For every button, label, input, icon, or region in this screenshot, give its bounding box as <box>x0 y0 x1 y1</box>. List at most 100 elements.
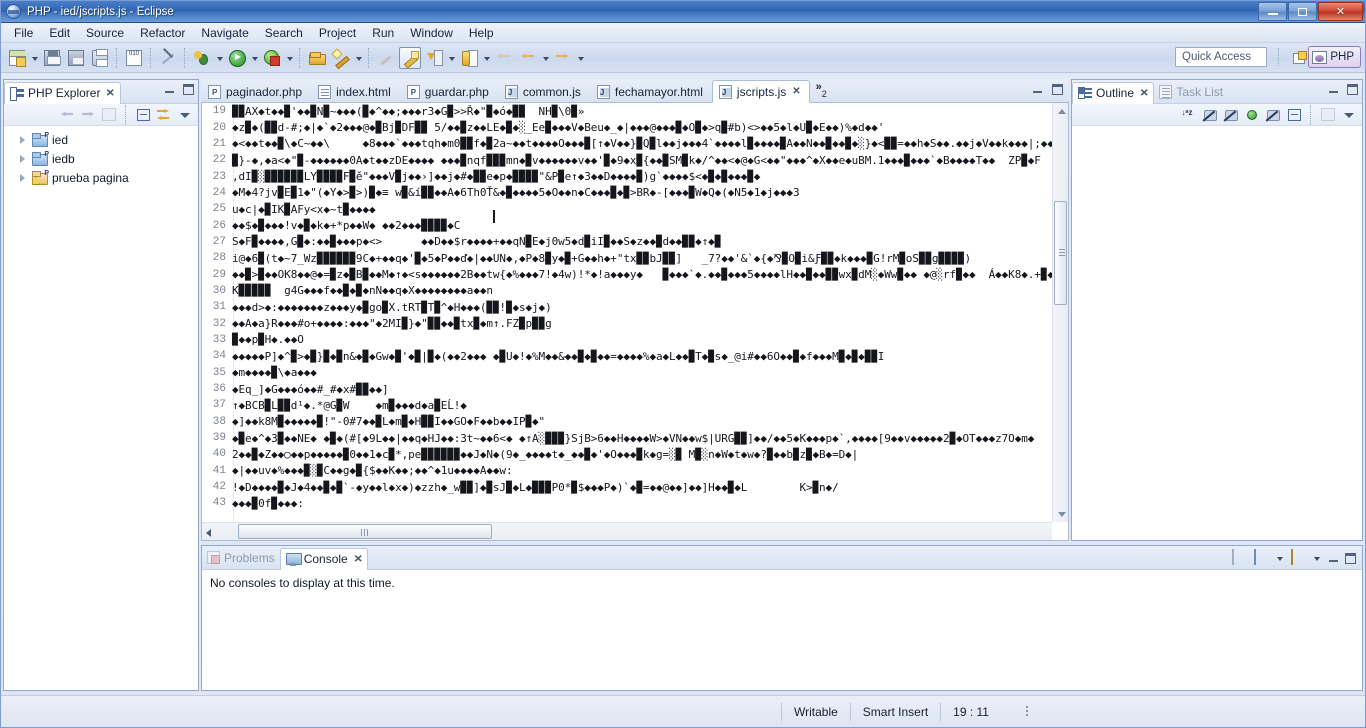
tab-task-list[interactable]: Task List <box>1154 81 1228 103</box>
sort-button[interactable]: ↓ᵃz <box>1180 106 1198 124</box>
vertical-scroll-thumb[interactable] <box>1054 201 1067 305</box>
chevron-right-icon[interactable] <box>18 173 28 183</box>
minimize-view-button[interactable] <box>164 84 175 95</box>
close-icon[interactable]: ✕ <box>106 88 115 99</box>
wand-dropdown[interactable] <box>353 47 364 69</box>
download-button[interactable] <box>423 47 445 69</box>
scroll-down-button[interactable] <box>1053 506 1068 522</box>
back-button[interactable] <box>493 47 515 69</box>
tab-paginador-php[interactable]: paginador.php <box>201 81 311 102</box>
close-icon[interactable]: ✕ <box>1140 88 1149 99</box>
hide-fields-button[interactable] <box>1201 106 1219 124</box>
run-button[interactable] <box>226 47 248 69</box>
run-dropdown[interactable] <box>249 47 260 69</box>
scroll-up-button[interactable] <box>1053 103 1068 119</box>
tab-problems[interactable]: Problems <box>202 547 280 569</box>
menu-search[interactable]: Search <box>257 24 311 42</box>
minimize-console-button[interactable] <box>1328 553 1339 564</box>
chevron-right-icon[interactable] <box>18 154 28 164</box>
editor-horizontal-scrollbar[interactable] <box>202 522 1052 540</box>
tab-php-explorer[interactable]: PHP Explorer ✕ <box>4 81 121 104</box>
menu-run[interactable]: Run <box>364 24 402 42</box>
tree-item-iedb[interactable]: P iedb <box>8 149 198 168</box>
maximize-editor-button[interactable] <box>1052 84 1063 95</box>
editor-body[interactable]: 19 ▉▉AX◆t◆◆▉ '◆◆▉N▉~◆◆◆(▉◆^◆◆;◆◆◆r3◆G▉>>Ř◆… <box>201 103 1069 541</box>
tree-item-prueba-pagina[interactable]: P prueba pagina <box>8 168 198 187</box>
open-perspective-button[interactable] <box>1289 48 1309 68</box>
link-with-editor-button[interactable] <box>155 106 173 124</box>
previous-dropdown[interactable] <box>540 47 551 69</box>
menu-help[interactable]: Help <box>461 24 502 42</box>
print-button[interactable] <box>89 47 111 69</box>
minimize-view-button[interactable] <box>1328 84 1339 95</box>
save-button[interactable] <box>41 47 63 69</box>
maximize-console-button[interactable] <box>1345 552 1356 564</box>
new-file-dropdown[interactable] <box>29 47 40 69</box>
tab-jscripts-js[interactable]: J jscripts.js ✕ <box>711 80 810 103</box>
code-content[interactable]: 19 ▉▉AX◆t◆◆▉ '◆◆▉N▉~◆◆◆(▉◆^◆◆;◆◆◆r3◆G▉>>Ř◆… <box>202 103 1052 522</box>
menu-refactor[interactable]: Refactor <box>132 24 193 42</box>
download-dropdown[interactable] <box>446 47 457 69</box>
new-console-button[interactable] <box>1291 549 1307 566</box>
close-icon[interactable]: ✕ <box>792 86 800 97</box>
tree-item-ied[interactable]: P ied <box>8 130 198 149</box>
menu-project[interactable]: Project <box>311 24 364 42</box>
bookmark-dropdown[interactable] <box>481 47 492 69</box>
maximize-view-button[interactable] <box>1347 84 1358 95</box>
new-file-button[interactable] <box>6 47 28 69</box>
binary-view-button[interactable]: 010 <box>123 47 145 69</box>
debug-dropdown[interactable] <box>214 47 225 69</box>
maximize-view-button[interactable] <box>183 84 194 95</box>
debug-button[interactable] <box>191 47 213 69</box>
explorer-forward-button[interactable] <box>79 106 97 124</box>
hide-static-button[interactable] <box>1222 106 1240 124</box>
menu-file[interactable]: File <box>6 24 41 42</box>
bookmark-button[interactable] <box>458 47 480 69</box>
display-console-dropdown[interactable] <box>1276 552 1285 564</box>
brush-button[interactable] <box>399 46 421 69</box>
restore-button[interactable] <box>1288 2 1317 21</box>
minimize-button[interactable] <box>1258 2 1287 21</box>
explorer-link-button[interactable] <box>100 106 118 124</box>
focus-button[interactable] <box>1319 106 1337 124</box>
menu-navigate[interactable]: Navigate <box>193 24 256 42</box>
collapse-all-button[interactable] <box>134 106 152 124</box>
wand-button[interactable] <box>330 47 352 69</box>
menu-window[interactable]: Window <box>402 24 461 42</box>
tab-index-html[interactable]: index.html <box>311 81 400 102</box>
new-console-dropdown[interactable] <box>1313 552 1322 564</box>
run-error-button[interactable] <box>261 47 283 69</box>
scroll-left-button[interactable] <box>202 524 216 540</box>
horizontal-scroll-thumb[interactable] <box>238 524 492 539</box>
minimize-editor-button[interactable] <box>1032 84 1043 95</box>
perspective-php-button[interactable]: PHP <box>1308 46 1361 68</box>
outline-collapse-all-button[interactable] <box>1285 106 1303 124</box>
tab-common-js[interactable]: J common.js <box>498 81 590 102</box>
hide-local-button[interactable] <box>1264 106 1282 124</box>
menu-source[interactable]: Source <box>78 24 132 42</box>
editor-vertical-scrollbar[interactable] <box>1052 103 1068 522</box>
show-public-button[interactable] <box>1243 106 1261 124</box>
forward-button[interactable] <box>552 47 574 69</box>
previous-button[interactable] <box>517 47 539 69</box>
explorer-view-menu-button[interactable] <box>176 106 194 124</box>
forward-dropdown[interactable] <box>575 47 586 69</box>
open-folder-button[interactable] <box>306 47 328 69</box>
open-console-button[interactable] <box>1232 549 1248 566</box>
tab-outline[interactable]: Outline ✕ <box>1072 81 1155 104</box>
chevron-right-icon[interactable] <box>18 135 28 145</box>
toggle-annotation-button[interactable] <box>157 47 179 69</box>
close-button[interactable]: ✕ <box>1318 2 1363 21</box>
explorer-back-button[interactable] <box>58 106 76 124</box>
tab-guardar-php[interactable]: guardar.php <box>400 81 498 102</box>
tab-fechamayor-html[interactable]: J fechamayor.html <box>590 81 712 102</box>
save-all-button[interactable] <box>65 47 87 69</box>
display-console-button[interactable] <box>1254 549 1270 566</box>
close-icon[interactable]: ✕ <box>353 554 362 565</box>
tab-console[interactable]: Console ✕ <box>279 547 369 570</box>
quick-access-input[interactable]: Quick Access <box>1175 47 1267 67</box>
run-error-dropdown[interactable] <box>284 47 295 69</box>
menu-edit[interactable]: Edit <box>41 24 78 42</box>
editor-tabs-overflow[interactable]: » 2 <box>810 81 833 102</box>
outline-view-menu-button[interactable] <box>1340 106 1358 124</box>
